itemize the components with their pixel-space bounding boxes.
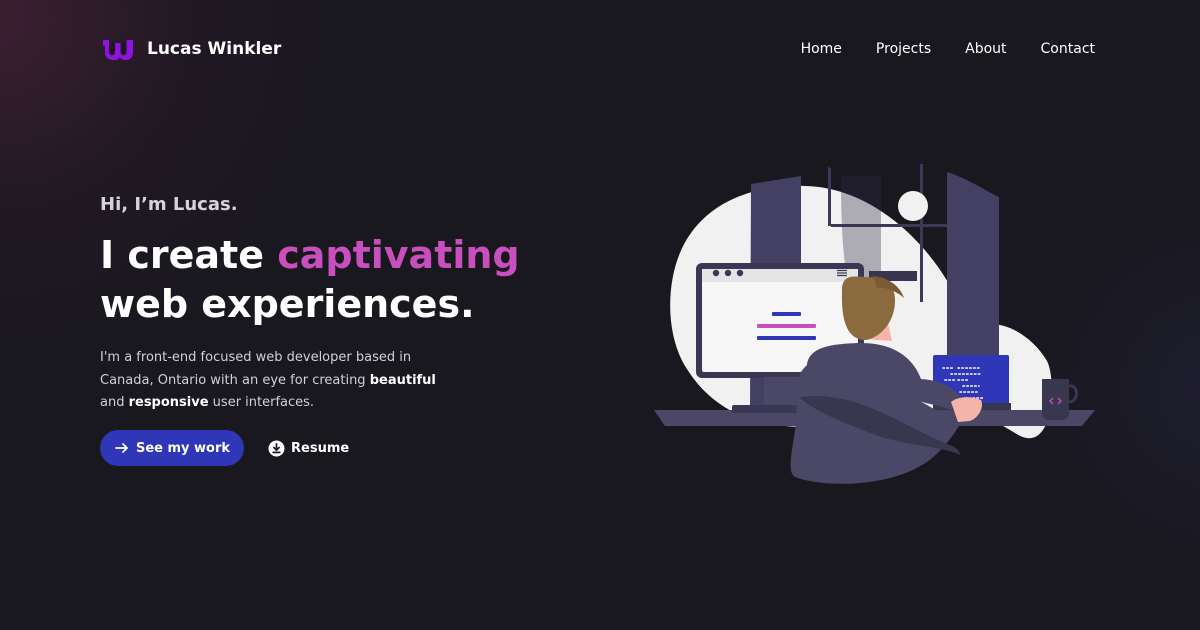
hero-intro: I'm a front-end focused web developer ba… bbox=[100, 347, 452, 415]
brand-home-link[interactable]: Lucas Winkler bbox=[100, 37, 281, 61]
intro-suffix: user interfaces. bbox=[208, 395, 315, 411]
hero-section: Hi, I’m Lucas. I create captivating web … bbox=[100, 188, 590, 415]
intro-middle: and bbox=[100, 395, 129, 411]
brand-name: Lucas Winkler bbox=[147, 39, 282, 59]
nav-contact-link[interactable]: Contact bbox=[1041, 37, 1095, 61]
see-my-work-button[interactable]: See my work bbox=[100, 430, 244, 466]
headline-prefix: I create bbox=[100, 233, 278, 277]
coffee-mug bbox=[1042, 379, 1069, 420]
intro-prefix: I'm a front-end focused web developer ba… bbox=[100, 350, 412, 388]
hero-headline: I create captivating web experiences. bbox=[100, 231, 590, 329]
nav-projects-link[interactable]: Projects bbox=[876, 37, 931, 61]
portfolio-landing-page: Lucas Winkler Home Projects About Contac… bbox=[0, 0, 1200, 630]
screen-blue-line bbox=[772, 312, 801, 316]
lw-monogram-logo-icon bbox=[103, 40, 133, 61]
see-my-work-label: See my work bbox=[135, 440, 231, 456]
browser-dot-icon bbox=[736, 269, 744, 277]
coffee-mug-handle bbox=[1068, 384, 1078, 404]
developer-workstation-illustration bbox=[654, 164, 1095, 484]
resume-download-button[interactable]: Resume bbox=[268, 430, 349, 466]
hero-actions: See my work Resume bbox=[100, 430, 349, 466]
intro-responsive: responsive bbox=[128, 395, 209, 411]
browser-toolbar bbox=[702, 269, 858, 282]
screen-blue-line bbox=[757, 336, 816, 340]
hero-greeting: Hi, I’m Lucas. bbox=[100, 194, 238, 215]
main-navigation: Home Projects About Contact bbox=[801, 37, 1095, 61]
resume-label: Resume bbox=[291, 440, 350, 456]
browser-dot-icon bbox=[724, 269, 732, 277]
nav-about-link[interactable]: About bbox=[965, 37, 1006, 61]
headline-suffix: web experiences. bbox=[100, 282, 475, 326]
headline-accent-word: captivating bbox=[277, 233, 520, 277]
nav-home-link[interactable]: Home bbox=[801, 37, 842, 61]
screen-pink-line bbox=[757, 324, 816, 328]
window-light-circle bbox=[898, 191, 928, 221]
download-icon bbox=[268, 440, 285, 456]
arrow-right-icon bbox=[115, 443, 128, 453]
intro-beautiful: beautiful bbox=[369, 372, 436, 388]
monitor-stand bbox=[764, 377, 799, 407]
browser-dot-icon bbox=[712, 269, 720, 277]
